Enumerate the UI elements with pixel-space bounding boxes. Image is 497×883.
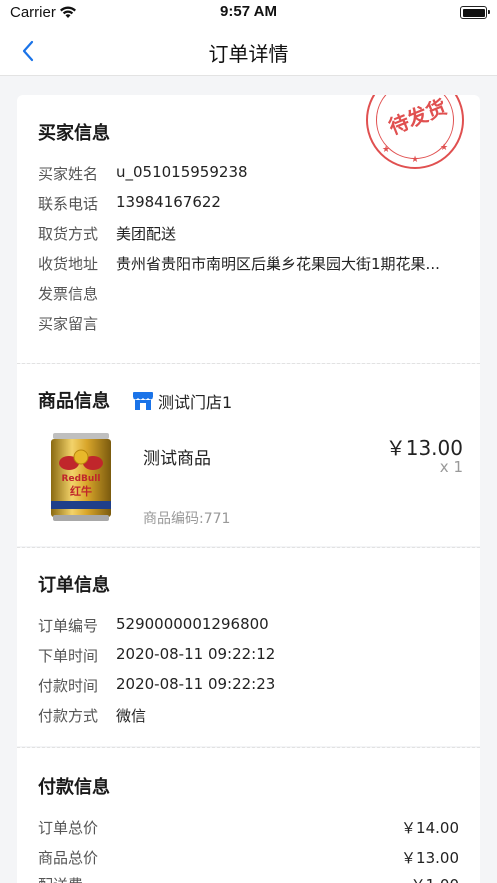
red-bull-can-image: RedBull 红牛 (49, 431, 113, 523)
goods-total-label: 商品总价 (38, 849, 99, 867)
battery-icon (460, 6, 490, 19)
pending-shipment-stamp: ★ ★ ★ 待发货 (366, 95, 464, 169)
buyer-name-value: u_051015959238 (116, 163, 248, 181)
payment-method-value: 微信 (116, 707, 147, 725)
pickup-method-value: 美团配送 (116, 225, 177, 243)
payment-info-title: 付款信息 (38, 777, 110, 798)
can-brand-cn-text: 红牛 (70, 484, 92, 498)
goods-info-title: 商品信息 (38, 391, 110, 412)
payment-info-section: 付款信息 订单总价 ￥14.00 商品总价 ￥13.00 配送费 ￥1.00 (17, 748, 480, 883)
payment-method-label: 付款方式 (38, 707, 99, 725)
buyer-name-label: 买家姓名 (38, 165, 99, 183)
product-quantity: x 1 (439, 458, 463, 476)
phone-value[interactable]: 13984167622 (116, 193, 221, 211)
product-price: ￥13.00 (385, 436, 463, 460)
buyer-message-label: 买家留言 (38, 315, 99, 333)
clock: 9:57 AM (220, 3, 277, 20)
order-time-label: 下单时间 (38, 647, 99, 665)
invoice-label: 发票信息 (38, 285, 99, 303)
store-icon (133, 392, 153, 410)
payment-time-value: 2020-08-11 09:22:23 (116, 675, 276, 693)
nav-bar: 订单详情 (0, 26, 497, 76)
star-icon: ★ (411, 155, 420, 165)
goods-info-section: 商品信息 测试门店1 RedBull 红牛 测试商品 ￥13.00 x 1 商品… (17, 364, 480, 546)
product-name[interactable]: 测试商品 (143, 444, 211, 469)
status-bar: Carrier 9:57 AM (0, 0, 497, 26)
order-total-label: 订单总价 (38, 819, 99, 837)
order-time-value: 2020-08-11 09:22:12 (116, 645, 276, 663)
star-icon: ★ (382, 145, 391, 155)
delivery-fee-value: ￥1.00 (411, 874, 459, 883)
delivery-fee-label: 配送费 (38, 874, 83, 883)
buyer-info-section: 买家信息 ★ ★ ★ 待发货 买家姓名 u_051015959238 联系电话 … (17, 95, 480, 363)
order-number-label: 订单编号 (38, 617, 99, 635)
payment-time-label: 付款时间 (38, 677, 99, 695)
address-label: 收货地址 (38, 255, 99, 273)
address-value: 贵州省贵阳市南明区后巢乡花果园大街1期花果... (116, 255, 440, 273)
product-code: 商品编码:771 (143, 511, 231, 527)
order-info-section: 订单信息 订单编号 5290000001296800 下单时间 2020-08-… (17, 548, 480, 746)
order-number-value: 5290000001296800 (116, 615, 269, 633)
order-total-value: ￥14.00 (401, 819, 459, 837)
order-info-title: 订单信息 (38, 575, 110, 596)
phone-label: 联系电话 (38, 195, 99, 213)
star-icon: ★ (440, 143, 449, 153)
page-title: 订单详情 (208, 42, 289, 66)
pickup-method-label: 取货方式 (38, 225, 99, 243)
can-brand-text: RedBull (62, 474, 101, 484)
goods-total-value: ￥13.00 (401, 849, 459, 867)
buyer-info-title: 买家信息 (38, 123, 110, 144)
store-name[interactable]: 测试门店1 (158, 389, 232, 413)
